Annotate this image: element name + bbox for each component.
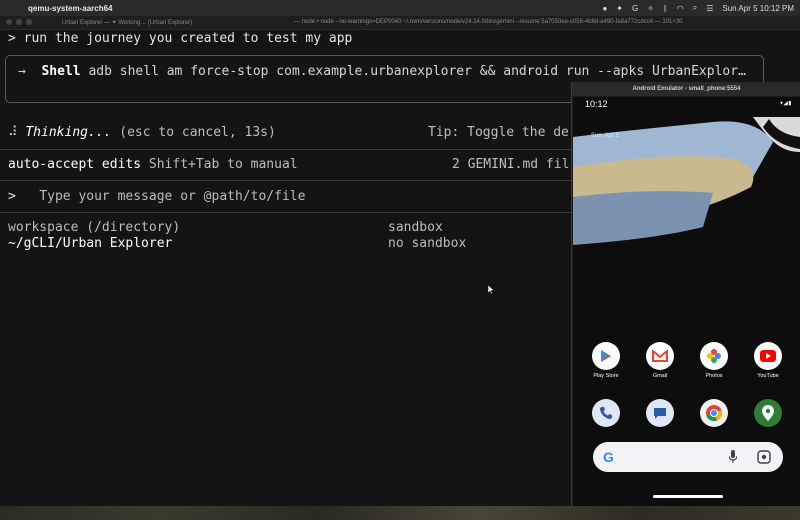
tool-call-line: → Shell adb shell am force-stop com.exam… <box>18 64 748 79</box>
google-g-icon: G <box>603 449 614 465</box>
app-maps[interactable] <box>746 399 790 430</box>
control-center-icon[interactable]: ☰ <box>706 4 713 13</box>
google-search-bar[interactable]: G <box>593 442 783 472</box>
active-app-name[interactable]: qemu-system-aarch64 <box>28 4 112 13</box>
tip-text: Tip: Toggle the de <box>428 125 569 140</box>
search-icon[interactable]: ⌕ <box>693 3 697 13</box>
sandbox-label: sandbox <box>388 220 443 235</box>
message-input[interactable]: > Type your message or @path/to/file <box>8 189 305 204</box>
photos-icon <box>700 342 728 370</box>
zoom-window-button[interactable] <box>26 19 32 25</box>
app-youtube[interactable]: YouTube <box>746 342 790 379</box>
auto-accept-hint: Shift+Tab to manual <box>148 157 298 172</box>
chrome-icon <box>700 399 728 427</box>
terminal-tabbar: Urban Explorer — ✦ Working… (Urban Explo… <box>0 16 800 30</box>
window-controls <box>6 19 32 25</box>
play-store-icon <box>592 342 620 370</box>
workspace-path: ~/gCLI/Urban Explorer <box>8 236 173 251</box>
sandbox-value: no sandbox <box>388 236 467 251</box>
bluetooth-icon[interactable]: ᛒ <box>663 4 668 13</box>
gesture-handle[interactable] <box>653 495 723 498</box>
terminal-tab[interactable]: Urban Explorer — ✦ Working… (Urban Explo… <box>62 19 192 26</box>
desktop-wallpaper <box>0 506 800 520</box>
maps-icon <box>754 399 782 427</box>
phone-icon <box>592 399 620 427</box>
phone-date[interactable]: Sun, Apr 5 <box>591 133 619 139</box>
spinner-icon: ⠼ <box>8 125 18 140</box>
menubar-status-area: ● ✦ G ✧ ᛒ ◠ ⌕ ☰ Sun Apr 5 10:12 PM <box>602 0 794 16</box>
prompt-symbol: > <box>8 31 16 46</box>
sparkle-icon[interactable]: ✧ <box>647 4 654 13</box>
minimize-window-button[interactable] <box>16 19 22 25</box>
microphone-icon[interactable] <box>729 450 737 464</box>
auto-accept-line: auto-accept edits Shift+Tab to manual <box>8 157 298 172</box>
arrow-icon: → <box>18 64 26 79</box>
app-phone[interactable] <box>584 399 628 430</box>
auto-accept-mode: auto-accept edits <box>8 157 142 172</box>
youtube-icon <box>754 342 782 370</box>
messages-icon <box>646 399 674 427</box>
close-window-button[interactable] <box>6 19 12 25</box>
phone-screen[interactable]: 10:12 ▾◢▮ Sun, Apr 5 Play Store Gmail Ph… <box>573 97 800 506</box>
gmail-icon <box>646 342 674 370</box>
emulator-title[interactable]: Android Emulator - small_phone:5554 <box>572 82 800 96</box>
menubar-datetime[interactable]: Sun Apr 5 10:12 PM <box>722 4 794 13</box>
app-messages[interactable] <box>638 399 682 430</box>
app-label: YouTube <box>757 373 779 379</box>
app-chrome[interactable] <box>692 399 736 430</box>
app-label: Play Store <box>593 373 619 379</box>
app-play-store[interactable]: Play Store <box>584 342 628 379</box>
app-label: Photos <box>705 373 723 379</box>
terminal-window-title: — node • node --no-warnings=DEP0040 ~/.n… <box>294 19 683 25</box>
input-prompt-symbol: > <box>8 189 16 204</box>
mouse-cursor-icon <box>488 285 494 294</box>
wifi-icon[interactable]: ◠ <box>677 4 684 13</box>
tool-name: Shell <box>41 64 81 79</box>
thinking-status: ⠼ Thinking... (esc to cancel, 13s) <box>8 125 276 140</box>
app-photos[interactable]: Photos <box>692 342 736 379</box>
menubar: qemu-system-aarch64 ● ✦ G ✧ ᛒ ◠ ⌕ ☰ Sun … <box>0 0 800 16</box>
lens-icon[interactable] <box>757 450 771 464</box>
phone-status-icons: ▾◢▮ <box>779 99 792 107</box>
workspace-label: workspace (/directory) <box>8 220 181 235</box>
phone-clock: 10:12 <box>585 99 608 109</box>
user-message-line: > run the journey you created to test my… <box>8 31 352 46</box>
input-placeholder[interactable]: Type your message or @path/to/file <box>39 189 305 204</box>
tool-command: adb shell am force-stop com.example.urba… <box>88 64 746 79</box>
android-emulator-window[interactable]: Android Emulator - small_phone:5554 10:1… <box>571 82 800 506</box>
gemini-icon[interactable]: ✦ <box>616 4 623 13</box>
app-gmail[interactable]: Gmail <box>638 342 682 379</box>
context-files-count: 2 GEMINI.md fil <box>452 157 570 172</box>
thinking-timer: (esc to cancel, 13s) <box>119 125 276 140</box>
app-label: Gmail <box>652 373 668 379</box>
record-icon[interactable]: ● <box>602 4 607 13</box>
user-message: run the journey you created to test my a… <box>23 31 353 46</box>
thinking-label: Thinking... <box>25 125 112 140</box>
google-icon[interactable]: G <box>632 4 638 13</box>
